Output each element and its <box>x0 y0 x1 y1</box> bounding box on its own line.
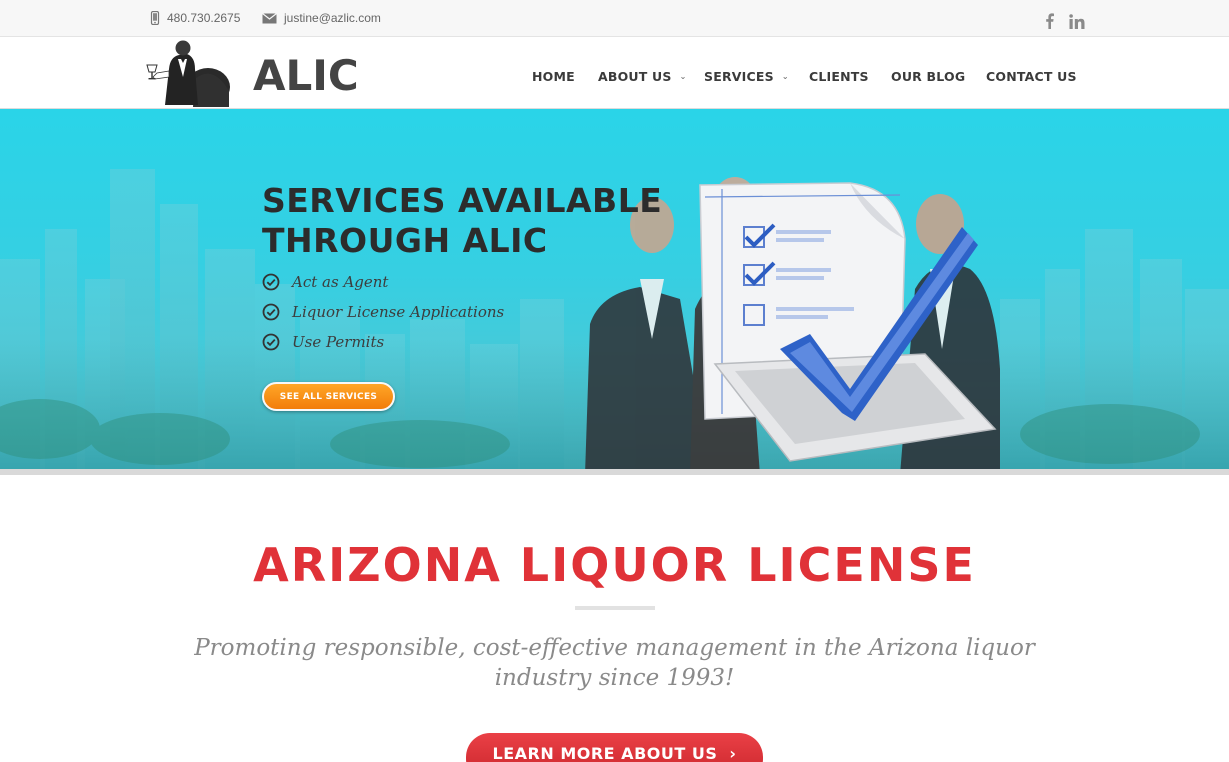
nav-about-us-label: ABOUT US <box>598 69 672 84</box>
learn-more-button[interactable]: LEARN MORE ABOUT US › <box>466 733 763 762</box>
hero-title: SERVICES AVAILABLE THROUGH ALIC <box>262 181 662 261</box>
hero-feature-label: Liquor License Applications <box>292 303 505 321</box>
hero-bottom-strip <box>0 469 1229 475</box>
nav-services[interactable]: SERVICES ⌄ <box>704 69 789 84</box>
hero-feature-item: Liquor License Applications <box>262 303 504 321</box>
nav-about-us[interactable]: ABOUT US ⌄ <box>598 69 687 84</box>
nav-home[interactable]: HOME <box>532 69 575 84</box>
butler-silhouette-icon <box>146 40 230 107</box>
site-header: ALIC HOME ABOUT US ⌄ SERVICES ⌄ CLIENTS OU… <box>0 37 1229 109</box>
hero-feature-item: Act as Agent <box>262 273 388 291</box>
hero-title-line-2: THROUGH ALIC <box>262 221 548 260</box>
hero-feature-item: Use Permits <box>262 333 384 351</box>
page-title: ARIZONA LIQUOR LICENSE <box>253 538 976 592</box>
chevron-down-icon: ⌄ <box>679 72 687 81</box>
city-skyline-image <box>0 169 1229 475</box>
chevron-down-icon: ⌄ <box>781 72 789 81</box>
facebook-icon[interactable] <box>1038 10 1060 32</box>
envelope-icon <box>262 12 277 23</box>
see-all-services-button[interactable]: SEE ALL SERVICES <box>262 382 395 411</box>
nav-clients-label: CLIENTS <box>809 69 869 84</box>
hero-slider[interactable]: SERVICES AVAILABLE THROUGH ALIC Act as A… <box>0 109 1229 475</box>
email-address[interactable]: justine@azlic.com <box>284 11 381 25</box>
nav-our-blog[interactable]: OUR BLOG <box>891 69 965 84</box>
hero-feature-label: Act as Agent <box>292 273 389 291</box>
logo-text[interactable]: ALIC <box>253 51 359 100</box>
tagline: Promoting responsible, cost-effective ma… <box>194 635 1035 691</box>
nav-clients[interactable]: CLIENTS <box>809 69 869 84</box>
linkedin-icon[interactable] <box>1066 10 1088 32</box>
nav-our-blog-label: OUR BLOG <box>891 69 966 84</box>
phone-number[interactable]: 480.730.2675 <box>167 11 240 25</box>
check-circle-icon <box>262 333 280 351</box>
hero-title-line-1: SERVICES AVAILABLE <box>262 181 663 220</box>
phone-contact[interactable]: 480.730.2675 <box>150 11 240 25</box>
site-logo[interactable]: ALIC <box>143 39 368 107</box>
check-circle-icon <box>262 273 280 291</box>
nav-services-label: SERVICES <box>704 69 774 84</box>
learn-more-label: LEARN MORE ABOUT US <box>492 744 718 762</box>
nav-contact-us-label: CONTACT US <box>986 69 1077 84</box>
chevron-right-icon: › <box>729 744 737 762</box>
phone-icon <box>150 11 160 25</box>
title-divider <box>575 606 655 610</box>
hero-feature-label: Use Permits <box>292 333 385 351</box>
check-circle-icon <box>262 303 280 321</box>
top-contact-bar: 480.730.2675 justine@azlic.com <box>0 0 1229 37</box>
nav-contact-us[interactable]: CONTACT US <box>986 69 1077 84</box>
email-contact[interactable]: justine@azlic.com <box>262 11 381 25</box>
nav-home-label: HOME <box>532 69 575 84</box>
